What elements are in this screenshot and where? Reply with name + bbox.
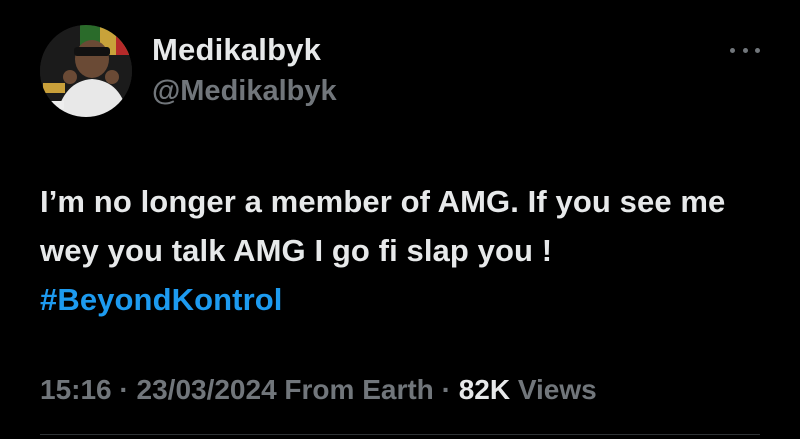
display-name[interactable]: Medikalbyk [152, 30, 337, 70]
dot [730, 47, 735, 53]
tweet-source: From Earth [276, 374, 434, 405]
tweet-metadata: 15:16 · 23/03/2024 From Earth · 82K View… [40, 372, 597, 408]
views-label[interactable]: Views [510, 374, 597, 405]
dot [755, 47, 760, 53]
user-handle[interactable]: @Medikalbyk [152, 72, 337, 110]
meta-separator: · [111, 374, 137, 405]
tweet-time[interactable]: 15:16 [40, 374, 112, 405]
meta-separator: · [433, 374, 459, 405]
user-info: Medikalbyk @Medikalbyk [152, 30, 337, 110]
divider [40, 434, 760, 435]
views-count[interactable]: 82K [459, 374, 510, 405]
tweet-text-body: I’m no longer a member of AMG. If you se… [40, 184, 726, 268]
hashtag-link[interactable]: #BeyondKontrol [40, 282, 283, 317]
tweet-card: Medikalbyk @Medikalbyk I’m no longer a m… [0, 0, 800, 439]
tweet-date[interactable]: 23/03/2024 [137, 374, 277, 405]
ellipsis-icon[interactable] [730, 40, 760, 60]
profile-photo-icon [40, 25, 132, 117]
dot [742, 47, 748, 53]
avatar[interactable] [40, 25, 132, 117]
tweet-text: I’m no longer a member of AMG. If you se… [40, 177, 760, 324]
